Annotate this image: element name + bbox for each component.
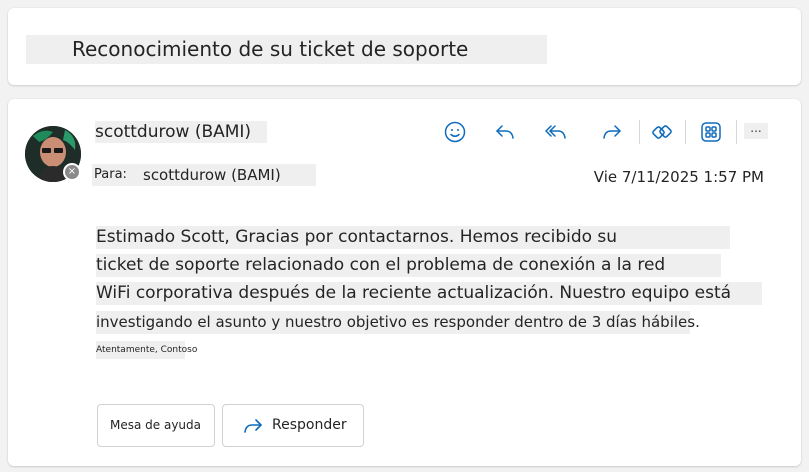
body-line: WiFi corporativa después de la reciente …: [96, 282, 762, 305]
loop-icon[interactable]: [647, 117, 677, 147]
message-card: × scottdurow (BAMI) Para: scottdurow (BA…: [8, 99, 801, 466]
reply-arrow-icon: [244, 419, 262, 433]
body-line: ticket de soporte relacionado con el pro…: [96, 254, 721, 277]
sender-name[interactable]: scottdurow (BAMI): [95, 121, 267, 143]
helpdesk-label: Mesa de ayuda: [110, 418, 202, 432]
signature: Atentamente, Contoso: [96, 341, 197, 359]
body-line: Estimado Scott, Gracias por contactarnos…: [96, 226, 730, 249]
forward-icon[interactable]: [597, 117, 627, 147]
apps-icon[interactable]: [696, 117, 726, 147]
toolbar-divider: [685, 120, 686, 144]
message-date: Vie 7/11/2025 1:57 PM: [593, 168, 764, 186]
helpdesk-button[interactable]: Mesa de ayuda: [97, 404, 215, 447]
reply-label: Responder: [272, 417, 347, 433]
reply-icon[interactable]: [490, 117, 520, 147]
reply-button[interactable]: Responder: [222, 404, 364, 447]
message-toolbar: ...: [440, 117, 770, 147]
presence-status-icon: ×: [63, 163, 81, 181]
email-subject: Reconocimiento de su ticket de soporte: [26, 35, 547, 64]
subject-card: Reconocimiento de su ticket de soporte: [8, 8, 801, 85]
more-options-button[interactable]: ...: [744, 122, 768, 139]
smiley-icon[interactable]: [440, 117, 470, 147]
toolbar-divider: [639, 120, 640, 144]
to-label: Para:: [94, 167, 127, 182]
toolbar-divider: [736, 120, 737, 144]
recipient-row: Para: scottdurow (BAMI): [92, 164, 316, 186]
reply-all-icon[interactable]: [541, 117, 571, 147]
body-line: investigando el asunto y nuestro objetiv…: [96, 311, 700, 334]
recipient-name[interactable]: scottdurow (BAMI): [143, 164, 281, 186]
